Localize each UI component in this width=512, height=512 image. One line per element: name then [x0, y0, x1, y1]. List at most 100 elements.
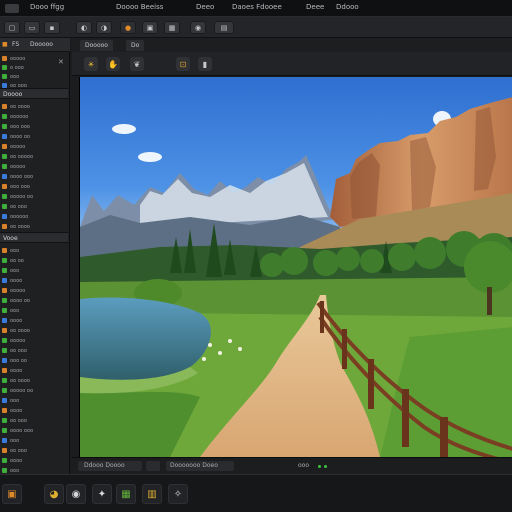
item-type-icon [2, 458, 7, 463]
hand-icon[interactable]: ✋ [106, 57, 120, 71]
viewport-toolbar: ☀ ✋ ❦ ⊡ ▮ [72, 52, 512, 76]
item-type-icon [2, 174, 7, 179]
outliner-row[interactable]: oo ooo [0, 416, 68, 425]
sun-icon[interactable]: ☀ [84, 57, 98, 71]
outliner-row-label: oo oooo [10, 377, 30, 384]
outliner-row-label: ooooo [10, 337, 26, 344]
outliner-row[interactable]: ooo [0, 246, 68, 255]
camera-icon[interactable]: ◉ [190, 21, 206, 34]
frame-icon[interactable]: ⊡ [176, 57, 190, 71]
outliner-section-header[interactable]: Doooo [0, 88, 68, 99]
outliner-row[interactable]: oooooo [0, 212, 68, 221]
menu-item-5[interactable]: Deee [306, 3, 324, 11]
outliner-row[interactable]: ooo [0, 306, 68, 315]
menu-item-1[interactable]: Dooo ffgg [30, 3, 64, 11]
item-type-icon [2, 388, 7, 393]
viewport-statusbar: Ddooo Doooo Dooooooo Doeo ooo [72, 457, 512, 474]
outliner-row-label: oo ooooo [10, 153, 34, 160]
tab-scene[interactable]: Dooooo [80, 40, 113, 51]
folder-icon[interactable]: ▥ [142, 484, 162, 504]
outliner-row[interactable]: oo oooo [0, 376, 68, 385]
menu-item-2[interactable]: Doooo Beeiss [116, 3, 163, 11]
item-type-icon [2, 114, 7, 119]
outliner-row-label: ooo ooo [10, 123, 30, 130]
menu-item-6[interactable]: Ddooo [336, 3, 359, 11]
outliner-row[interactable]: ooooo [0, 336, 68, 345]
outliner-row-label: ooooo oo [10, 193, 34, 200]
app-menu-button[interactable] [5, 4, 19, 13]
outliner-row[interactable]: oo ooooo [0, 152, 68, 161]
outliner-row[interactable]: ooo ooo [0, 182, 68, 191]
item-type-icon [2, 408, 7, 413]
record-icon[interactable]: ● [120, 21, 136, 34]
move-icon[interactable]: ◉ [66, 484, 86, 504]
redo-icon[interactable]: ◑ [96, 21, 112, 34]
panel-icon[interactable]: ■ [2, 41, 8, 48]
star-icon[interactable]: ✧ [168, 484, 188, 504]
status-toggle[interactable] [146, 461, 160, 471]
outliner-row[interactable]: oooo ooo [0, 426, 68, 435]
grid-icon[interactable]: ▦ [164, 21, 180, 34]
leaf-icon[interactable]: ❦ [130, 57, 144, 71]
outliner-row[interactable]: oo oooo [0, 222, 68, 231]
outliner-row[interactable]: oo ooo [0, 202, 68, 211]
menu-item-3[interactable]: Deeo [196, 3, 214, 11]
outliner-row-label: oooo ooo [10, 173, 34, 180]
outliner-row[interactable]: ooooo [0, 162, 68, 171]
landscape-render [80, 77, 512, 457]
outliner-row-label: oo ooo [10, 447, 27, 454]
pin-icon[interactable]: ✕ [58, 58, 64, 66]
outliner-row[interactable]: oooo oo [0, 296, 68, 305]
outliner-row-label: oo ooo [10, 203, 27, 210]
outliner-row[interactable]: oooo ooo [0, 172, 68, 181]
outliner-row[interactable]: ooooo [0, 286, 68, 295]
outliner-row[interactable]: oooo [0, 406, 68, 415]
outliner-row[interactable]: ooooo oo [0, 192, 68, 201]
outliner-row[interactable]: oo ooo [0, 346, 68, 355]
outliner-row[interactable]: ooo [0, 72, 68, 81]
item-type-icon [2, 318, 7, 323]
outliner-row[interactable]: ooo oo [0, 356, 68, 365]
outliner-tab-2[interactable]: Dooooo [30, 41, 53, 48]
save-icon[interactable]: ▪ [44, 21, 60, 34]
outliner-row[interactable]: oooo [0, 316, 68, 325]
outliner-row[interactable]: oooo [0, 276, 68, 285]
item-type-icon [2, 258, 7, 263]
scene-viewport[interactable] [79, 77, 512, 457]
outliner-row[interactable]: ooooo oo [0, 386, 68, 395]
sphere-icon[interactable]: ◕ [44, 484, 64, 504]
new-file-icon[interactable]: ▢ [4, 21, 20, 34]
open-file-icon[interactable]: ▭ [24, 21, 40, 34]
item-type-icon [2, 214, 7, 219]
snap-icon[interactable]: ▣ [142, 21, 158, 34]
outliner-row[interactable]: ooooo [0, 142, 68, 151]
outliner-row[interactable]: ooo ooo [0, 122, 68, 131]
pointer-icon[interactable]: ✦ [92, 484, 112, 504]
menu-item-4[interactable]: Daoes Fdooee [232, 3, 282, 11]
outliner-row[interactable]: oo ooo [0, 446, 68, 455]
outliner-row[interactable]: oooo oo [0, 132, 68, 141]
outliner-row-label: oo oo [10, 257, 24, 264]
outliner-row[interactable]: oooo [0, 456, 68, 465]
outliner-row[interactable]: ooo [0, 436, 68, 445]
bookmark-icon[interactable]: ▮ [198, 57, 212, 71]
undo-icon[interactable]: ◐ [76, 21, 92, 34]
outliner-row-label: oooo [10, 317, 23, 324]
outliner-row[interactable]: oooooo [0, 112, 68, 121]
outliner-tab[interactable]: FS [12, 41, 19, 48]
tab-extra[interactable]: Do [126, 40, 145, 51]
layers-icon[interactable]: ▣ [2, 484, 22, 504]
outliner-row-label: ooooo [10, 143, 26, 150]
outliner-row[interactable]: ooo [0, 396, 68, 405]
outliner-row[interactable]: oo oo [0, 256, 68, 265]
bottom-dock: ▣ ◕ ◉ ✦ ▦ ▥ ✧ [0, 474, 512, 512]
outliner-row[interactable]: ooo [0, 266, 68, 275]
outliner-row-label: oo oooo [10, 223, 30, 230]
properties-section-header[interactable]: Vooe [0, 232, 68, 243]
outliner-row[interactable]: oo oooo [0, 326, 68, 335]
outliner-row[interactable]: oooo [0, 366, 68, 375]
render-icon[interactable]: ▤ [214, 21, 234, 34]
outliner-row-label: oooo [10, 277, 23, 284]
outliner-row[interactable]: oo oooo [0, 102, 68, 111]
grid-icon[interactable]: ▦ [116, 484, 136, 504]
